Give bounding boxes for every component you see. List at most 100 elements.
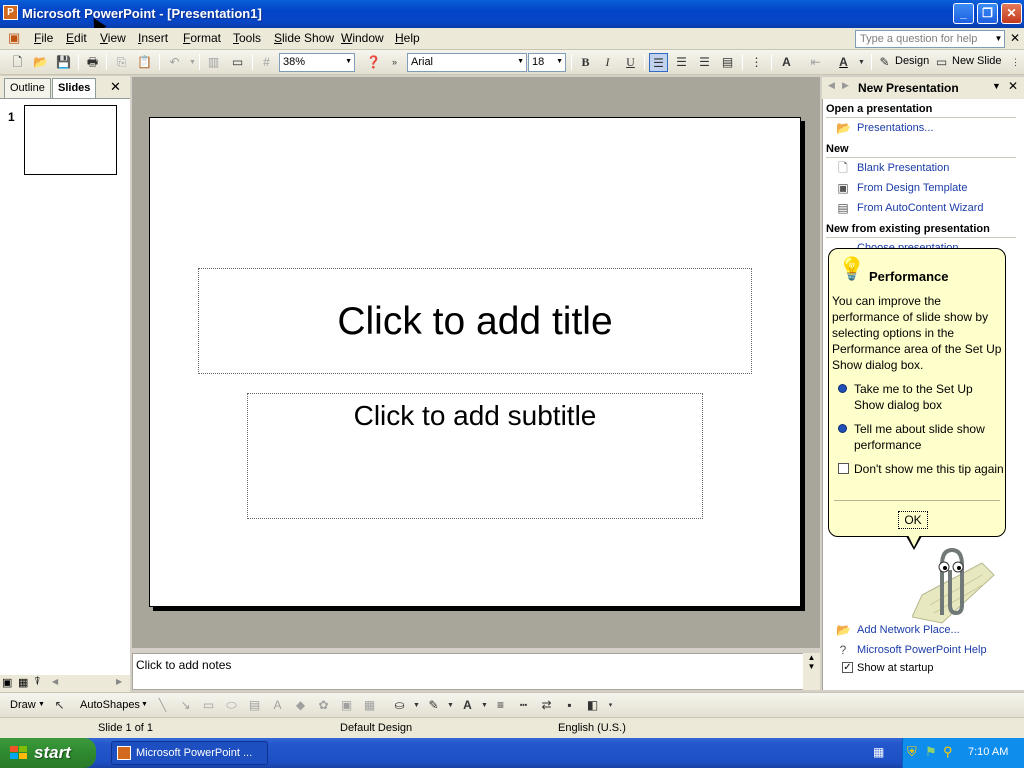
insert-chart-icon[interactable]: ▥ (204, 53, 223, 72)
back-icon[interactable]: ◀ (828, 80, 835, 91)
new-slide-button[interactable]: New Slide (952, 55, 1002, 67)
align-left-icon[interactable]: ☰ (649, 53, 668, 72)
slide-show-icon[interactable]: ⍒ (34, 676, 41, 689)
taskbar-item-powerpoint[interactable]: Microsoft PowerPoint ... (111, 741, 268, 765)
columns-icon[interactable]: ▤ (718, 53, 737, 72)
font-select[interactable]: Arial ▼ (407, 53, 527, 72)
title-placeholder[interactable]: Click to add title (198, 268, 752, 374)
notes-scrollbar[interactable]: ▲ ▼ (803, 653, 820, 690)
font-color-dropdown-icon[interactable]: ▼ (852, 53, 871, 72)
performance-info-option[interactable]: Tell me about slide show performance (854, 421, 1004, 453)
diagram-icon[interactable]: ◆ (291, 696, 310, 715)
close-document-icon[interactable]: ✕ (1010, 31, 1020, 45)
normal-view-icon[interactable]: ▣ (2, 676, 12, 689)
menu-tools[interactable]: Tools (233, 31, 261, 45)
menu-file[interactable]: File (34, 31, 53, 45)
paste-icon[interactable]: 📋 (135, 53, 154, 72)
close-icon[interactable]: ✕ (1001, 3, 1022, 24)
presentations-link[interactable]: Presentations... (857, 122, 933, 134)
blank-presentation-link[interactable]: Blank Presentation (857, 162, 949, 174)
setup-show-option[interactable]: Take me to the Set Up Show dialog box (854, 381, 1004, 413)
insert-picture-icon[interactable]: ▦ (360, 696, 379, 715)
subtitle-placeholder[interactable]: Click to add subtitle (247, 393, 703, 519)
tab-outline[interactable]: Outline (4, 78, 51, 98)
menu-edit[interactable]: Edit (66, 31, 87, 45)
task-pane-dropdown-icon[interactable]: ▼ (992, 81, 1001, 91)
bold-button[interactable]: B (576, 53, 595, 72)
dash-style-icon[interactable]: ┅ (514, 696, 533, 715)
help-assistant-icon[interactable]: ❓ (364, 53, 383, 72)
design-icon[interactable]: ✎ (875, 53, 894, 72)
toolbar-options-icon[interactable]: ▾ (601, 696, 620, 715)
line-style-icon[interactable]: ≡ (491, 696, 510, 715)
toolbar-options-icon[interactable]: ⋮ (1006, 53, 1024, 72)
autocontent-wizard-link[interactable]: From AutoContent Wizard (857, 202, 984, 214)
toolbar-options-icon[interactable]: » (385, 53, 404, 72)
scroll-left-icon[interactable]: ◀ (52, 677, 58, 686)
menu-format[interactable]: Format (183, 31, 221, 45)
3d-style-icon[interactable]: ◧ (583, 696, 602, 715)
add-network-place-link[interactable]: Add Network Place... (857, 624, 960, 636)
open-icon[interactable]: 📂 (31, 53, 50, 72)
line-icon[interactable]: ╲ (153, 696, 172, 715)
save-icon[interactable]: 💾 (54, 53, 73, 72)
tab-slides[interactable]: Slides (52, 78, 97, 99)
wordart-icon[interactable]: A (268, 696, 287, 715)
decrease-indent-icon[interactable]: ⇤ (806, 53, 825, 72)
new-slide-icon[interactable]: ▭ (932, 53, 951, 72)
menu-slide-show[interactable]: Slide Show (274, 31, 334, 45)
show-grid-icon[interactable]: # (257, 53, 276, 72)
network-icon[interactable]: ⚑ (925, 744, 937, 760)
ok-button[interactable]: OK (898, 511, 928, 529)
shadow-style-icon[interactable]: ▪ (560, 696, 579, 715)
underline-button[interactable]: U (621, 53, 640, 72)
design-button[interactable]: Design (895, 55, 929, 67)
undo-icon[interactable]: ↶ (165, 53, 184, 72)
menu-view[interactable]: View (100, 31, 126, 45)
arrow-icon[interactable]: ↘ (176, 696, 195, 715)
align-right-icon[interactable]: ☰ (695, 53, 714, 72)
slide-sorter-view-icon[interactable]: ▦ (18, 676, 28, 689)
design-template-link[interactable]: From Design Template (857, 182, 967, 194)
autoshapes-menu-button[interactable]: AutoShapes (80, 699, 140, 711)
close-icon[interactable]: ✕ (1008, 79, 1018, 93)
increase-font-size-icon[interactable]: A (777, 53, 796, 72)
arrow-style-icon[interactable]: ⇄ (537, 696, 556, 715)
menu-insert[interactable]: Insert (138, 31, 168, 45)
select-objects-icon[interactable]: ↖ (50, 696, 69, 715)
help-search-input[interactable]: Type a question for help (855, 30, 1005, 48)
print-icon[interactable]: 🖶 (83, 53, 102, 72)
restore-icon[interactable]: ❐ (977, 3, 998, 24)
keyboard-icon[interactable]: ▦ (873, 745, 884, 759)
search-icon[interactable]: ⚲ (943, 744, 953, 760)
menu-help[interactable]: Help (395, 31, 420, 45)
bullets-icon[interactable]: ⋮ (747, 53, 766, 72)
forward-icon[interactable]: ▶ (842, 80, 849, 91)
menu-window[interactable]: Window (341, 31, 384, 45)
zoom-select[interactable]: 38% ▼ (279, 53, 355, 72)
picture-icon[interactable]: ▣ (337, 696, 356, 715)
dont-show-tip-checkbox[interactable] (838, 463, 849, 474)
powerpoint-icon[interactable]: P (3, 5, 18, 20)
draw-menu-button[interactable]: Draw (10, 699, 36, 711)
copy-icon[interactable]: ⎘ (112, 53, 131, 72)
align-center-icon[interactable]: ☰ (672, 53, 691, 72)
help-dropdown-icon[interactable]: ▼ (993, 31, 1004, 47)
rectangle-icon[interactable]: ▭ (199, 696, 218, 715)
oval-icon[interactable]: ⬭ (222, 696, 241, 715)
security-shield-icon[interactable]: ⛨ (907, 744, 917, 760)
show-at-startup-checkbox[interactable]: ✓ (842, 662, 853, 673)
office-assistant-clippy-icon[interactable] (912, 545, 997, 625)
view-buttons-scrollbar[interactable]: ▣ ▦ ⍒ ◀ ▶ (0, 675, 130, 692)
document-icon[interactable]: ▣ (8, 30, 20, 46)
new-icon[interactable]: 🗋 (8, 53, 27, 72)
font-size-select[interactable]: 18 ▼ (528, 53, 566, 72)
notes-pane[interactable]: Click to add notes (132, 653, 820, 690)
powerpoint-help-link[interactable]: Microsoft PowerPoint Help (857, 644, 987, 656)
slide-thumbnail[interactable] (24, 105, 117, 175)
clip-art-icon[interactable]: ✿ (314, 696, 333, 715)
insert-table-icon[interactable]: ▭ (228, 53, 247, 72)
italic-button[interactable]: I (598, 53, 617, 72)
font-color-icon[interactable]: A (834, 53, 853, 72)
minimize-icon[interactable]: _ (953, 3, 974, 24)
